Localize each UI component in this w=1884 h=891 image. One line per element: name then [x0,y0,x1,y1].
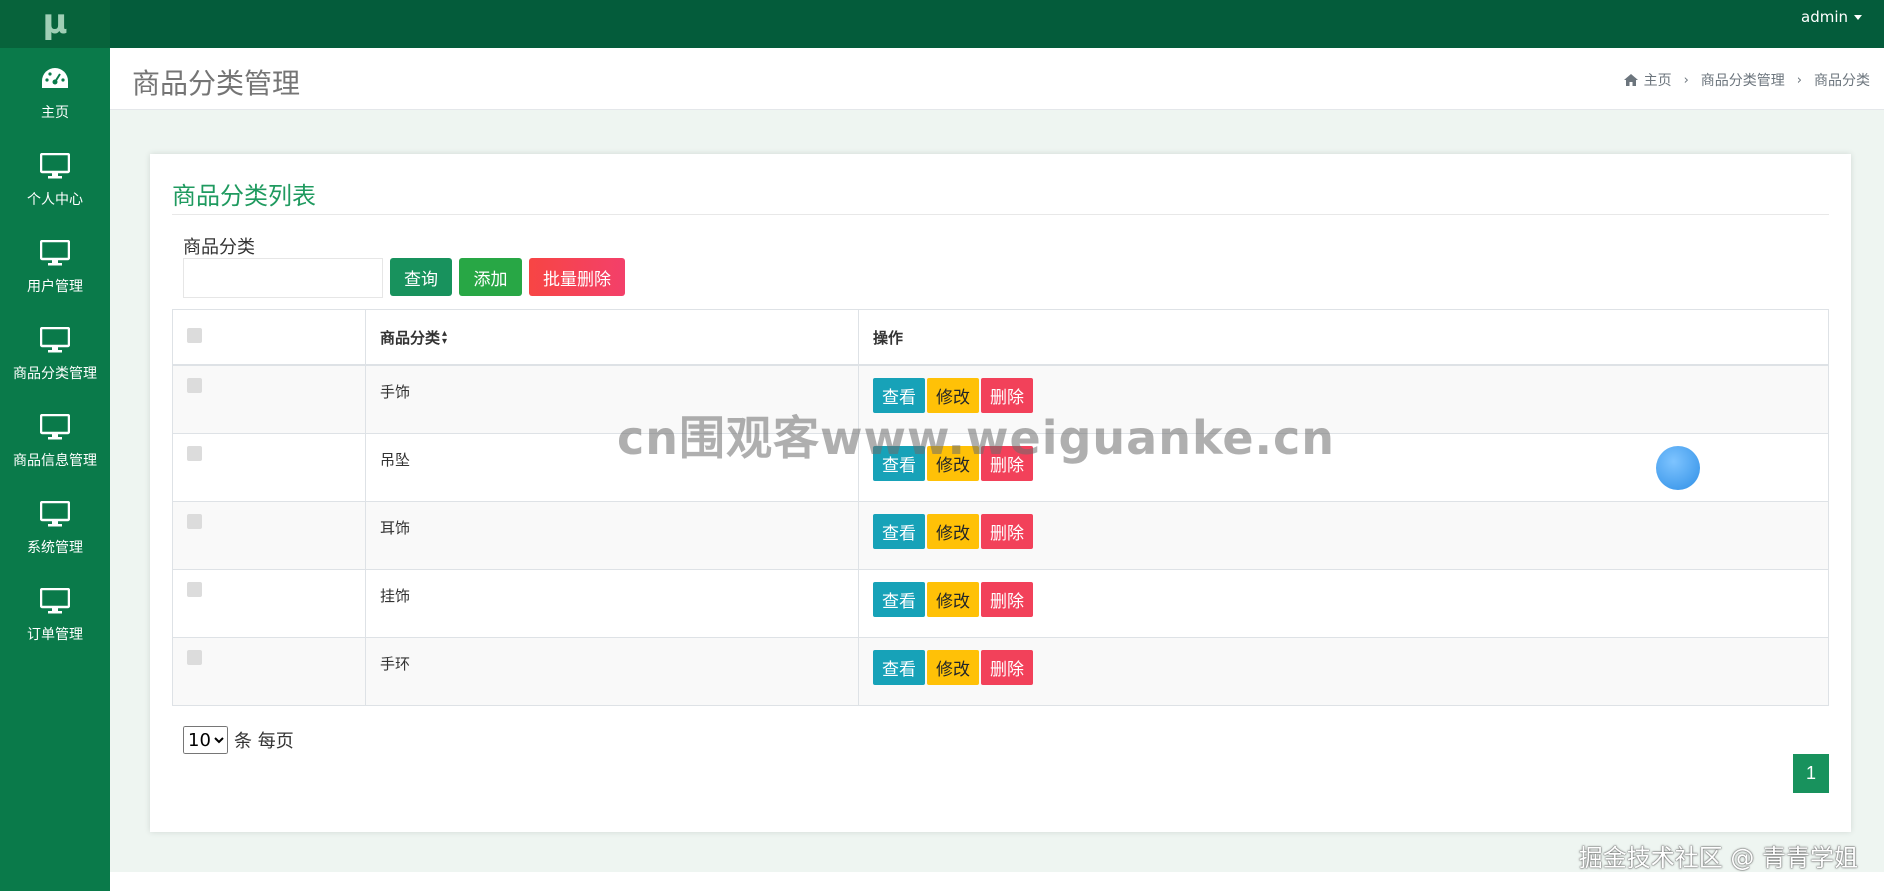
sidebar-item-system-management[interactable]: 系统管理 [0,483,110,570]
breadcrumb: 主页 › 商品分类管理 › 商品分类 [1623,70,1870,90]
breadcrumb-item-category-management[interactable]: 商品分类管理 [1701,70,1785,90]
category-name: 耳饰 [380,518,411,537]
floating-assistant-icon[interactable] [1656,446,1700,490]
row-checkbox[interactable] [187,378,202,393]
caret-down-icon [1854,15,1862,20]
sidebar: μ 主页 个人中心 用户管理 商品分类管理 商品信息管理 系统管理 订单管理 [0,0,110,891]
page-size-select[interactable]: 10 [183,726,228,754]
delete-button[interactable]: 删除 [981,513,1033,549]
row-checkbox[interactable] [187,649,202,665]
row-check-cell [172,636,366,706]
category-table: 商品分类 ▴ ▾ 操作 手饰 查看 修改 删除 吊坠 查看 修改 删除 耳饰 查… [172,309,1829,706]
breadcrumb-item-current: 商品分类 [1814,73,1870,89]
query-button[interactable]: 查询 [390,258,452,296]
edit-button[interactable]: 修改 [927,581,979,617]
monitor-icon [40,584,70,618]
actions-cell: 查看 修改 删除 [858,500,1829,570]
sidebar-item-home[interactable]: 主页 [0,48,110,135]
column-header-label: 商品分类 [380,328,441,347]
actions-cell: 查看 修改 删除 [858,636,1829,706]
delete-button[interactable]: 删除 [981,581,1033,617]
select-all-header [172,309,366,366]
topbar: admin [110,0,1884,48]
sidebar-item-user-management[interactable]: 用户管理 [0,222,110,309]
home-icon [1623,74,1638,86]
sidebar-item-label: 用户管理 [27,278,83,295]
row-checkbox[interactable] [187,445,202,461]
sidebar-item-order-management[interactable]: 订单管理 [0,570,110,657]
sidebar-item-label: 商品分类管理 [13,365,97,382]
page-header: 商品分类管理 主页 › 商品分类管理 › 商品分类 [110,48,1884,110]
sidebar-item-product-management[interactable]: 商品信息管理 [0,396,110,483]
table-row: 手环 查看 修改 删除 [172,636,1829,706]
category-list-card: 商品分类列表 商品分类 查询 添加 批量删除 商品分类 ▴ ▾ 操作 手饰 查看 修… [150,154,1851,832]
sort-icon[interactable]: ▴ ▾ [442,329,447,347]
delete-button[interactable]: 删除 [981,649,1033,685]
table-row: 耳饰 查看 修改 删除 [172,500,1829,570]
column-header-actions: 操作 [858,309,1829,366]
page-size-suffix: 条 每页 [234,731,294,752]
sidebar-item-label: 系统管理 [27,539,83,556]
add-button[interactable]: 添加 [459,258,522,296]
page-title: 商品分类管理 [132,67,301,100]
divider [172,214,1829,215]
view-button[interactable]: 查看 [873,513,925,549]
category-cell: 挂饰 [365,568,859,638]
category-cell: 手环 [365,636,859,706]
credit-watermark: 掘金技术社区 @ 青青学姐 [1578,844,1858,872]
row-checkbox[interactable] [187,513,202,529]
row-checkbox[interactable] [187,581,202,597]
page-button-current[interactable]: 1 [1793,754,1829,793]
app-logo: μ [0,0,110,48]
monitor-icon [40,236,70,270]
user-menu[interactable]: admin [1801,8,1862,26]
sidebar-item-label: 订单管理 [27,626,83,643]
chevron-right-icon: › [1796,72,1802,88]
monitor-icon [40,410,70,444]
batch-delete-button[interactable]: 批量删除 [529,258,625,296]
edit-button[interactable]: 修改 [927,513,979,549]
category-name: 手饰 [380,383,411,401]
sidebar-item-label: 个人中心 [27,191,83,208]
actions-cell: 查看 修改 删除 [858,568,1829,638]
card-title: 商品分类列表 [172,182,316,210]
sidebar-item-category-management[interactable]: 商品分类管理 [0,309,110,396]
chevron-right-icon: › [1683,72,1689,88]
edit-button[interactable]: 修改 [927,649,979,685]
view-button[interactable]: 查看 [873,649,925,685]
select-all-checkbox[interactable] [187,327,202,343]
search-label: 商品分类 [183,237,255,258]
category-name: 吊坠 [380,450,411,469]
column-header-category[interactable]: 商品分类 ▴ ▾ [365,309,859,366]
sidebar-item-personal-center[interactable]: 个人中心 [0,135,110,222]
monitor-icon [40,497,70,531]
dashboard-icon [40,62,70,96]
category-cell: 耳饰 [365,500,859,570]
row-check-cell [172,364,366,434]
row-check-cell [172,500,366,570]
row-check-cell [172,568,366,638]
monitor-icon [40,149,70,183]
category-search-input[interactable] [183,258,383,298]
view-button[interactable]: 查看 [873,581,925,617]
table-row: 挂饰 查看 修改 删除 [172,568,1829,638]
row-check-cell [172,432,366,502]
sidebar-item-label: 商品信息管理 [13,452,97,469]
category-name: 挂饰 [380,586,411,605]
category-name: 手环 [380,654,411,673]
monitor-icon [40,323,70,357]
sidebar-item-label: 主页 [41,104,69,121]
table-header-row: 商品分类 ▴ ▾ 操作 [172,309,1829,366]
page-size-control: 10 条 每页 [183,726,294,754]
user-name: admin [1801,8,1848,26]
breadcrumb-item-home[interactable]: 主页 [1644,70,1672,90]
watermark: cn围观客www.weiguanke.cn [617,411,1336,465]
